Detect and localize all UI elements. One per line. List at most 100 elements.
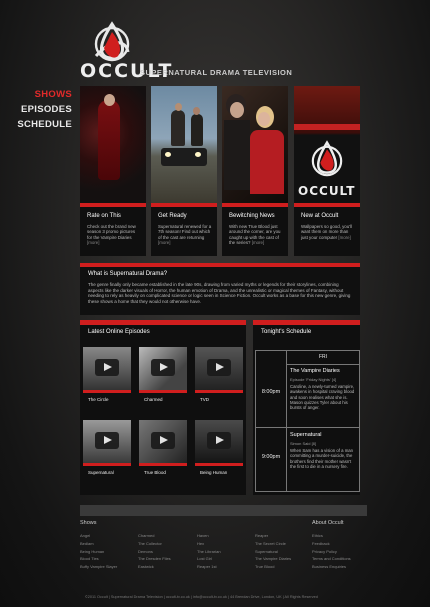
latest-episodes: Latest Online Episodes The Circle Charme… [80,320,246,495]
more-link[interactable]: [more] [252,240,264,245]
footer-link[interactable]: Lost Girl [197,555,221,563]
footer-link[interactable]: Eastwick [138,563,171,571]
feature-panel[interactable]: Rate on This Check out the brand new sea… [80,86,146,256]
more-link[interactable]: [more] [158,240,170,245]
footer-link[interactable]: The Collector [138,540,171,548]
nav-item-shows[interactable]: SHOWS [17,87,72,102]
feature-title[interactable]: Rate on This [87,213,146,219]
more-link[interactable]: [more] [87,240,99,245]
play-icon[interactable] [95,359,119,376]
play-icon[interactable] [207,432,231,449]
footer-divider [80,505,367,516]
schedule-table: FRI 8:00pm The Vampire Diaries Episode '… [255,350,360,492]
footer-link[interactable]: The Dresden Files [138,555,171,563]
about-section: What is Supernatural Drama? The genre fi… [80,263,360,315]
footer-link[interactable]: Hex [197,540,221,548]
episode-item[interactable]: Supernatural [83,420,131,475]
footer-link[interactable]: The Vampire Diaries [255,555,291,563]
tonights-schedule: Tonight's Schedule FRI 8:00pm The Vampir… [253,320,360,495]
show-title[interactable]: Supernatural [290,432,356,438]
show-title[interactable]: The Vampire Diaries [290,368,356,374]
footer-link[interactable]: Being Human [80,548,117,556]
footer-link[interactable]: Bedlam [80,540,117,548]
footer-link[interactable]: The Secret Circle [255,540,291,548]
footer-link[interactable]: Blood Ties [80,555,117,563]
about-text: The genre finally only became establishe… [88,282,351,304]
footer-heading-shows: Shows [80,520,97,526]
feature-text: Wallpapers so good, you'll want them on … [301,224,352,240]
play-icon[interactable] [207,359,231,376]
episode-label[interactable]: Being Human [200,470,243,475]
episode-thumbnail[interactable] [195,347,243,390]
footer-column: Haven Hex The Librarian Lost Girl Reaper… [197,520,221,571]
episode-description: When Sam has a vision of a man committin… [290,448,354,469]
episode-label[interactable]: TVD [200,397,243,402]
footer-links: Shows Angel Bedlam Being Human Blood Tie… [80,520,370,590]
episode-thumbnail[interactable] [83,347,131,390]
episode-subtitle: Episode 'Friday Nights' [4] [290,377,337,382]
footer-link[interactable]: Business Enquiries [312,563,351,571]
schedule-time: 8:00pm [261,389,281,395]
play-icon[interactable] [151,432,175,449]
feature-panel[interactable]: Get Ready Supernatural renewed for a 7th… [151,86,217,256]
schedule-heading: Tonight's Schedule [261,329,312,335]
feature-title[interactable]: Bewitching News [229,213,288,219]
feature-text: Check out the brand new season 3 promo p… [87,224,136,246]
episode-subtitle: Simon Said [8] [290,441,317,446]
nav-item-schedule[interactable]: SCHEDULE [17,117,72,132]
feature-image[interactable] [80,86,146,203]
main-nav: SHOWS EPISODES SCHEDULE [17,87,72,132]
footer-link[interactable]: Feedback [312,540,351,548]
footer-link[interactable]: Reaper 1st [197,563,221,571]
episode-item[interactable]: Being Human [195,420,243,475]
episode-thumbnail[interactable] [195,420,243,463]
page-background: OCCULT SUPERNATURAL DRAMA TELEVISION SHO… [0,0,430,607]
schedule-day: FRI [286,351,359,365]
feature-panel[interactable]: OCCULT New at Occult Wallpapers so good,… [294,86,360,256]
feature-title[interactable]: Get Ready [158,213,217,219]
feature-text: Supernatural renewed for a 7th season! F… [158,224,212,246]
feature-panels: Rate on This Check out the brand new sea… [80,86,360,256]
schedule-time: 9:00pm [261,454,281,460]
footer-link[interactable]: Reaper [255,532,291,540]
episode-thumbnail[interactable] [83,420,131,463]
feature-image[interactable] [222,86,288,203]
feature-image[interactable] [151,86,217,203]
play-icon[interactable] [151,359,175,376]
episode-item[interactable]: TVD [195,347,243,402]
episode-item[interactable]: The Circle [83,347,131,402]
footer-link[interactable]: The Librarian [197,548,221,556]
footer-heading-about: About Occult [312,520,344,526]
footer-link[interactable]: Haven [197,532,221,540]
play-icon[interactable] [95,432,119,449]
footer-link[interactable]: Privacy Policy [312,548,351,556]
episode-thumbnail[interactable] [139,420,187,463]
footer-link[interactable]: Supernatural [255,548,291,556]
episode-thumbnail[interactable] [139,347,187,390]
footer-link[interactable]: Terms and Conditions [312,555,351,563]
episode-label[interactable]: The Circle [88,397,131,402]
feature-title[interactable]: New at Occult [301,213,360,219]
wallpaper-logo-icon [311,140,343,177]
wallpaper-image[interactable]: OCCULT [294,86,360,203]
nav-item-episodes[interactable]: EPISODES [17,102,72,117]
episode-item[interactable]: True Blood [139,420,187,475]
more-link[interactable]: [more] [338,235,350,240]
footer-column: Charmed The Collector Demons The Dresden… [138,520,171,571]
episodes-heading: Latest Online Episodes [88,329,150,335]
episode-item[interactable]: Charmed [139,347,187,402]
footer-column: Reaper The Secret Circle Supernatural Th… [255,520,291,571]
footer-link[interactable]: Demons [138,548,171,556]
episode-label[interactable]: Charmed [144,397,187,402]
footer-link[interactable]: Buffy Vampire Slayer [80,563,117,571]
footer-link[interactable]: Ethics [312,532,351,540]
footer-column: Shows Angel Bedlam Being Human Blood Tie… [80,520,117,571]
footer-link[interactable]: Charmed [138,532,171,540]
footer-link[interactable]: Angel [80,532,117,540]
episode-description: Caroline, a newly-turned vampire, awaken… [290,384,355,411]
feature-panel[interactable]: Bewitching News With new True Blood just… [222,86,288,256]
episode-label[interactable]: True Blood [144,470,187,475]
episode-label[interactable]: Supernatural [88,470,131,475]
about-heading: What is Supernatural Drama? [88,271,168,277]
footer-link[interactable]: True Blood [255,563,291,571]
